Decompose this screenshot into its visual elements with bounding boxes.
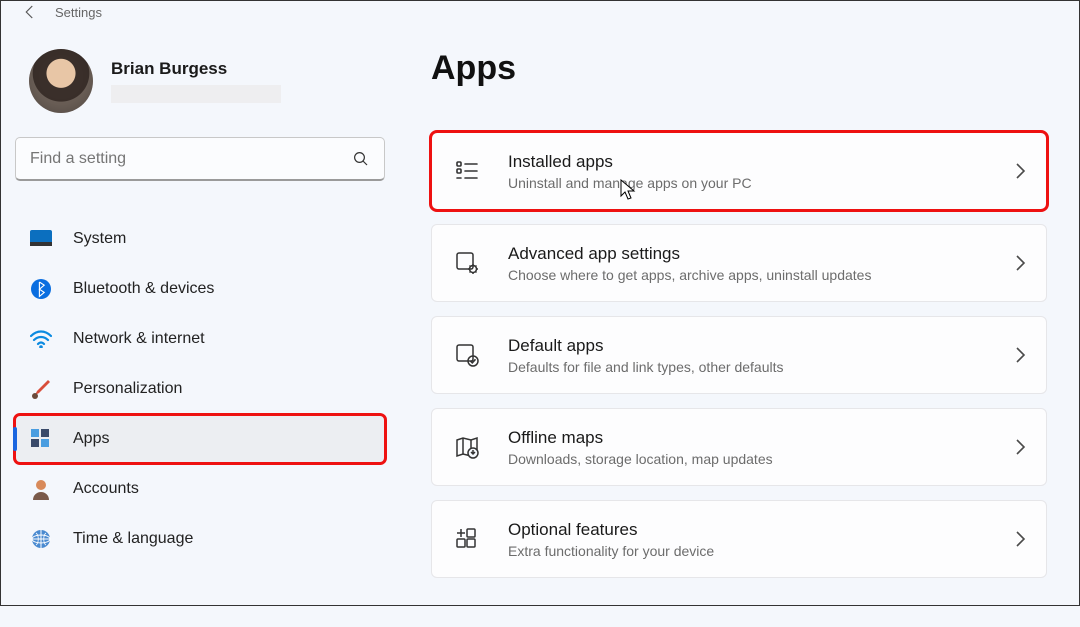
- optional-icon: [452, 524, 482, 554]
- card-default-apps[interactable]: Default apps Defaults for file and link …: [431, 316, 1047, 394]
- map-icon: [452, 432, 482, 462]
- apps-icon: [29, 427, 53, 451]
- sidebar: Brian Burgess System Bluetooth & devi: [1, 23, 401, 627]
- gear-app-icon: [452, 248, 482, 278]
- system-icon: [29, 227, 53, 251]
- card-title: Default apps: [508, 336, 1014, 356]
- card-installed-apps[interactable]: Installed apps Uninstall and manage apps…: [431, 132, 1047, 210]
- sidebar-item-label: System: [73, 230, 126, 248]
- user-name: Brian Burgess: [111, 59, 281, 79]
- main-content: Apps Installed apps Uninstall and manage…: [401, 23, 1079, 627]
- sidebar-item-label: Network & internet: [73, 330, 205, 348]
- chevron-right-icon: [1014, 438, 1026, 456]
- card-desc: Choose where to get apps, archive apps, …: [508, 267, 1014, 283]
- card-title: Advanced app settings: [508, 244, 1014, 264]
- search-box[interactable]: [15, 137, 385, 181]
- chevron-right-icon: [1014, 530, 1026, 548]
- bluetooth-icon: [29, 277, 53, 301]
- chevron-right-icon: [1014, 346, 1026, 364]
- sidebar-item-label: Personalization: [73, 380, 182, 398]
- wifi-icon: [29, 327, 53, 351]
- card-desc: Uninstall and manage apps on your PC: [508, 175, 1014, 191]
- search-input[interactable]: [30, 150, 352, 168]
- person-icon: [29, 477, 53, 501]
- sidebar-item-label: Accounts: [73, 480, 139, 498]
- globe-icon: [29, 527, 53, 551]
- user-block[interactable]: Brian Burgess: [15, 35, 385, 137]
- card-offline-maps[interactable]: Offline maps Downloads, storage location…: [431, 408, 1047, 486]
- card-desc: Extra functionality for your device: [508, 543, 1014, 559]
- card-optional-features[interactable]: Optional features Extra functionality fo…: [431, 500, 1047, 578]
- search-icon: [352, 150, 370, 168]
- card-title: Offline maps: [508, 428, 1014, 448]
- back-button[interactable]: [21, 3, 39, 21]
- card-title: Installed apps: [508, 152, 1014, 172]
- sidebar-item-network[interactable]: Network & internet: [15, 315, 385, 363]
- sidebar-item-apps[interactable]: Apps: [15, 415, 385, 463]
- sidebar-item-time-language[interactable]: Time & language: [15, 515, 385, 563]
- chevron-right-icon: [1014, 162, 1026, 180]
- window-title: Settings: [55, 5, 102, 20]
- page-title: Apps: [431, 49, 1047, 88]
- list-icon: [452, 156, 482, 186]
- sidebar-nav: System Bluetooth & devices Network & int…: [15, 215, 385, 563]
- sidebar-item-label: Apps: [73, 430, 109, 448]
- sidebar-item-system[interactable]: System: [15, 215, 385, 263]
- default-app-icon: [452, 340, 482, 370]
- sidebar-item-label: Bluetooth & devices: [73, 280, 214, 298]
- sidebar-item-personalization[interactable]: Personalization: [15, 365, 385, 413]
- avatar: [29, 49, 93, 113]
- chevron-right-icon: [1014, 254, 1026, 272]
- sidebar-item-label: Time & language: [73, 530, 193, 548]
- card-desc: Downloads, storage location, map updates: [508, 451, 1014, 467]
- card-title: Optional features: [508, 520, 1014, 540]
- card-advanced-app-settings[interactable]: Advanced app settings Choose where to ge…: [431, 224, 1047, 302]
- sidebar-item-bluetooth[interactable]: Bluetooth & devices: [15, 265, 385, 313]
- sidebar-item-accounts[interactable]: Accounts: [15, 465, 385, 513]
- card-desc: Defaults for file and link types, other …: [508, 359, 1014, 375]
- user-email-placeholder: [111, 85, 281, 103]
- brush-icon: [29, 377, 53, 401]
